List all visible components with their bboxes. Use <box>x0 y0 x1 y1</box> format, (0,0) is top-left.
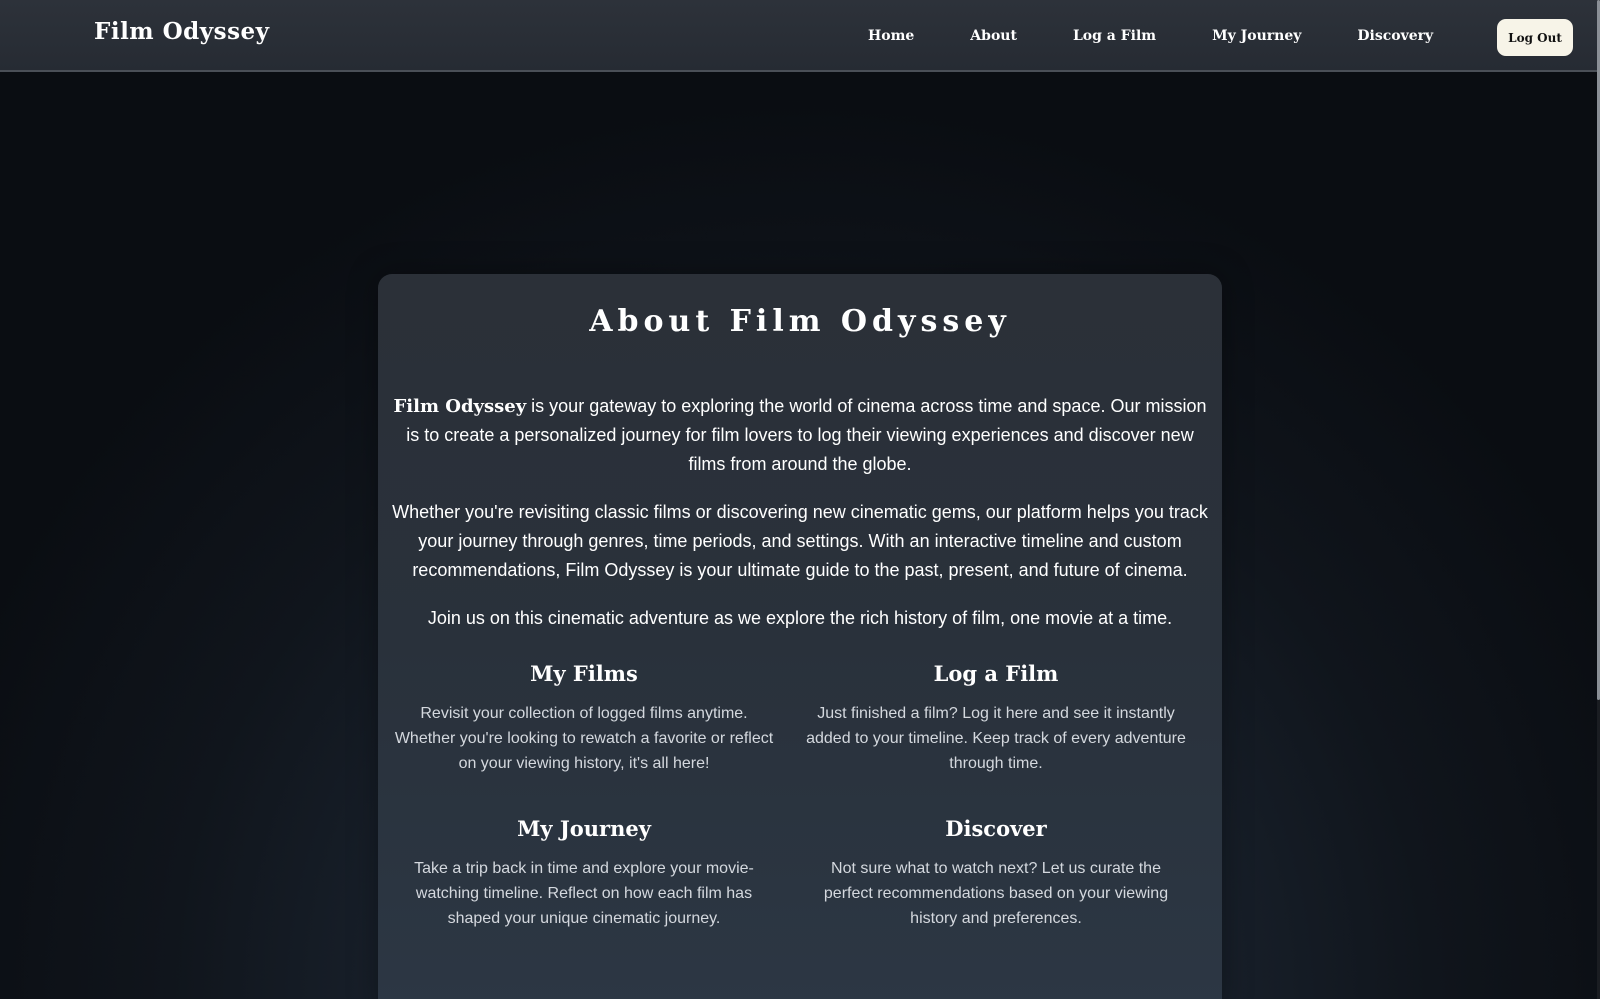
join-paragraph: Join us on this cinematic adventure as w… <box>427 608 1173 628</box>
nav-link-home[interactable]: Home <box>868 28 914 44</box>
nav-links: Home About Log a Film My Journey Discove… <box>868 26 1433 46</box>
intro-brand-name: Film Odyssey <box>393 396 527 417</box>
nav-link-about[interactable]: About <box>970 28 1017 44</box>
nav-link-log-a-film[interactable]: Log a Film <box>1073 28 1156 44</box>
about-card: About Film Odyssey Film Odyssey is your … <box>378 274 1222 999</box>
feature-description: Revisit your collection of logged films … <box>394 705 774 772</box>
logout-button[interactable]: Log Out <box>1497 19 1573 56</box>
feature-title: Discover <box>945 816 1047 841</box>
feature-discover: Discover Not sure what to watch next? Le… <box>806 815 1186 931</box>
feature-log-a-film: Log a Film Just finished a film? Log it … <box>806 660 1186 776</box>
feature-title: Log a Film <box>933 661 1059 686</box>
feature-description: Not sure what to watch next? Let us cura… <box>823 860 1169 927</box>
feature-title: My Films <box>530 661 638 686</box>
intro-text: is your gateway to exploring the world o… <box>406 396 1207 474</box>
feature-my-films: My Films Revisit your collection of logg… <box>394 660 774 776</box>
feature-description: Take a trip back in time and explore you… <box>414 860 754 927</box>
page-title: About Film Odyssey <box>589 304 1011 339</box>
feature-title: My Journey <box>517 816 651 841</box>
nav-link-my-journey[interactable]: My Journey <box>1212 28 1301 44</box>
feature-description: Just finished a film? Log it here and se… <box>806 705 1186 772</box>
intro-paragraph: Film Odyssey is your gateway to explorin… <box>386 392 1214 479</box>
mission-paragraph: Whether you're revisiting classic films … <box>392 502 1208 580</box>
nav-link-discovery[interactable]: Discovery <box>1357 28 1433 44</box>
feature-my-journey: My Journey Take a trip back in time and … <box>394 815 774 931</box>
navbar: Film Odyssey Home About Log a Film My Jo… <box>0 0 1600 72</box>
brand-logo[interactable]: Film Odyssey <box>94 18 270 45</box>
